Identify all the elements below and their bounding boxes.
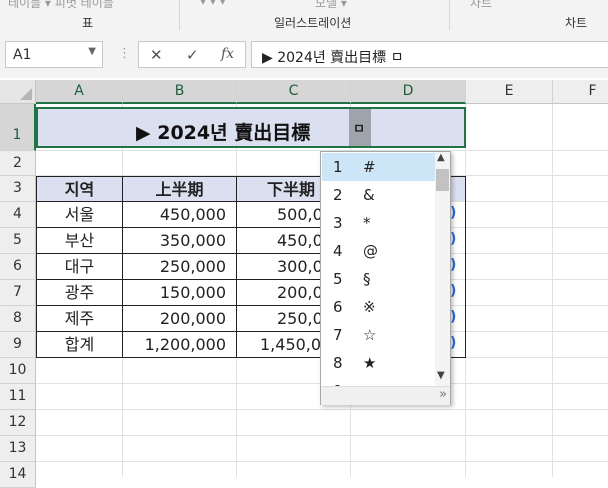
title-cell[interactable]: ▶ 2024년 賣出目標 ㅁ — [36, 107, 466, 148]
ribbon-separator — [449, 0, 450, 30]
column-header-c[interactable]: C — [237, 80, 351, 104]
cancel-icon[interactable]: ✕ — [150, 46, 163, 64]
symbol-candidate-list[interactable]: 1 # 2 & 3 * 4 @ 5 § 6 ※ 7 ☆ 8 ★ 9 ○ ▲ ▼ … — [320, 151, 451, 405]
symbol-glyph: # — [363, 158, 376, 176]
symbol-item[interactable]: 3 * — [322, 209, 435, 237]
ribbon-chart-button[interactable]: 차트 — [470, 0, 492, 11]
ribbon-separator — [179, 0, 180, 30]
cell-region[interactable]: 제주 — [37, 306, 123, 332]
row-header-6[interactable]: 6 — [0, 254, 36, 280]
scroll-up-icon[interactable]: ▲ — [437, 152, 445, 163]
gridline — [36, 435, 608, 436]
cell-region[interactable]: 광주 — [37, 280, 123, 306]
header-region[interactable]: 지역 — [37, 177, 123, 202]
column-header-a[interactable]: A — [36, 80, 123, 104]
cell-first-half[interactable]: 150,000 — [123, 280, 237, 306]
symbol-glyph: & — [363, 186, 375, 204]
selected-symbol-box: ㅁ — [349, 109, 371, 146]
scroll-down-icon[interactable]: ▼ — [437, 370, 445, 381]
column-header-f[interactable]: F — [553, 80, 608, 104]
row-header-12[interactable]: 12 — [0, 410, 36, 436]
cell-region[interactable]: 서울 — [37, 202, 123, 228]
symbol-number: 3 — [333, 214, 343, 232]
symbol-glyph: § — [363, 270, 371, 288]
row-header-4[interactable]: 4 — [0, 202, 36, 228]
insert-function-icon[interactable]: fx — [221, 46, 234, 62]
symbol-number: 1 — [333, 158, 343, 176]
symbol-item[interactable]: 2 & — [322, 181, 435, 209]
cell-first-half[interactable]: 250,000 — [123, 254, 237, 280]
more-options-icon[interactable]: ⋮ — [118, 46, 131, 61]
table-border — [465, 176, 466, 358]
row-header-2[interactable]: 2 — [0, 151, 36, 176]
dropdown-footer: » — [321, 386, 450, 405]
symbol-item[interactable]: 1 # — [322, 153, 435, 181]
row-header-14[interactable]: 14 — [0, 462, 36, 488]
cell-first-half[interactable]: 350,000 — [123, 228, 237, 254]
ribbon-model-button[interactable]: 모델 ▾ — [315, 0, 347, 11]
title-text: ▶ 2024년 賣出目標 — [136, 122, 311, 144]
symbol-item[interactable]: 9 ○ — [322, 377, 435, 400]
symbol-glyph: ※ — [363, 298, 376, 316]
formula-tools: ✕ ✓ fx — [138, 41, 246, 68]
symbol-number: 5 — [333, 270, 343, 288]
row-header-1[interactable]: 1 — [0, 104, 36, 151]
cell-region[interactable]: 부산 — [37, 228, 123, 254]
symbol-item[interactable]: 5 § — [322, 265, 435, 293]
symbol-number: 8 — [333, 354, 343, 372]
symbol-number: 6 — [333, 298, 343, 316]
row-header-8[interactable]: 8 — [0, 306, 36, 332]
row-header-10[interactable]: 10 — [0, 358, 36, 384]
header-first-half[interactable]: 上半期 — [123, 177, 237, 202]
name-box[interactable]: A1 ▼ — [5, 41, 103, 68]
column-header-d[interactable]: D — [351, 80, 466, 104]
row-header-3[interactable]: 3 — [0, 176, 36, 202]
symbol-glyph: * — [363, 214, 371, 232]
ribbon-group-table: 표 — [82, 16, 94, 30]
row-header-11[interactable]: 11 — [0, 384, 36, 410]
gridline — [552, 104, 553, 477]
symbol-number: 7 — [333, 326, 343, 344]
cell-region[interactable]: 대구 — [37, 254, 123, 280]
scroll-thumb[interactable] — [436, 169, 449, 191]
gridline — [36, 409, 608, 410]
symbol-item[interactable]: 6 ※ — [322, 293, 435, 321]
ribbon-table-buttons[interactable]: 테이블 ▾ 피벗 테이블 — [8, 0, 114, 11]
column-header-e[interactable]: E — [466, 80, 553, 104]
cell-first-half[interactable]: 450,000 — [123, 202, 237, 228]
select-all-corner[interactable] — [0, 80, 36, 104]
symbol-number: 2 — [333, 186, 343, 204]
symbol-item[interactable]: 4 @ — [322, 237, 435, 265]
symbol-number: 4 — [333, 242, 343, 260]
cell-region[interactable]: 합계 — [37, 332, 123, 358]
symbol-glyph: ★ — [363, 354, 377, 372]
gridline — [36, 461, 608, 462]
name-box-value: A1 — [13, 47, 32, 63]
cell-first-half[interactable]: 1,200,000 — [123, 332, 237, 358]
row-header-7[interactable]: 7 — [0, 280, 36, 306]
enter-icon[interactable]: ✓ — [186, 46, 199, 64]
symbol-item[interactable]: 8 ★ — [322, 349, 435, 377]
symbol-item[interactable]: 7 ☆ — [322, 321, 435, 349]
formula-input[interactable]: ▶ 2024년 賣出目標 ㅁ — [251, 41, 608, 68]
symbol-glyph: ☆ — [363, 326, 377, 344]
ribbon-group-illustration: 일러스트레이션 — [274, 16, 352, 30]
dropdown-scrollbar[interactable]: ▲ ▼ — [435, 152, 450, 386]
column-header-b[interactable]: B — [123, 80, 237, 104]
cell-first-half[interactable]: 200,000 — [123, 306, 237, 332]
expand-more-icon[interactable]: » — [439, 387, 447, 402]
row-header-13[interactable]: 13 — [0, 436, 36, 462]
square-symbol: ㅁ — [353, 122, 365, 137]
row-header-9[interactable]: 9 — [0, 332, 36, 358]
ribbon-illustration-dropdowns[interactable]: ▾ ▾ ▾ — [200, 0, 226, 8]
row-header-5[interactable]: 5 — [0, 228, 36, 254]
symbol-glyph: @ — [363, 242, 378, 260]
formula-text: ▶ 2024년 賣出目標 ㅁ — [262, 50, 404, 66]
chevron-down-icon[interactable]: ▼ — [88, 46, 96, 57]
ribbon-group-chart: 차트 — [565, 16, 588, 30]
ribbon: 테이블 ▾ 피벗 테이블 ▾ ▾ ▾ 모델 ▾ 차트 표 일러스트레이션 차트 — [0, 0, 608, 35]
